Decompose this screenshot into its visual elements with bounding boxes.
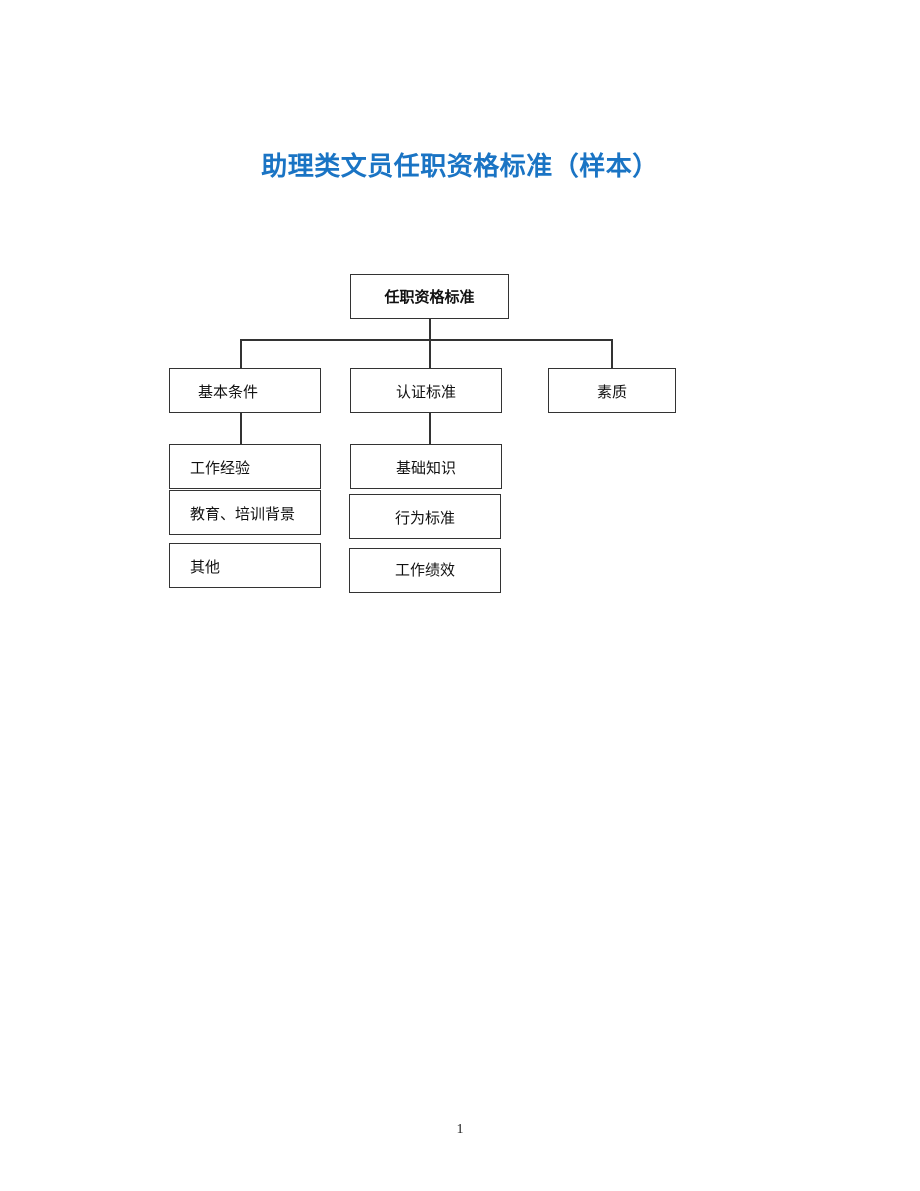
node-label: 其他 bbox=[190, 558, 221, 576]
node-label: 行为标准 bbox=[394, 509, 455, 527]
org-node-work-performance: 工作绩效 bbox=[349, 548, 501, 593]
node-label: 素质 bbox=[596, 383, 627, 401]
org-node-other: 其他 bbox=[169, 543, 321, 588]
node-label: 教育、培训背景 bbox=[190, 505, 296, 523]
org-node-qualities: 素质 bbox=[548, 368, 676, 413]
org-node-certification-standards: 认证标准 bbox=[350, 368, 502, 413]
connector-branch-2 bbox=[429, 339, 431, 369]
org-node-education-training: 教育、培训背景 bbox=[169, 490, 321, 535]
connector-horizontal bbox=[240, 339, 613, 341]
node-label: 认证标准 bbox=[395, 383, 456, 401]
org-node-basic-knowledge: 基础知识 bbox=[350, 444, 502, 489]
document-title: 助理类文员任职资格标准（样本） bbox=[261, 152, 659, 182]
org-node-root: 任职资格标准 bbox=[350, 274, 509, 319]
node-label: 工作绩效 bbox=[394, 561, 455, 579]
node-label: 基础知识 bbox=[395, 459, 456, 477]
connector-branch-3 bbox=[611, 339, 613, 369]
org-node-behavior-standards: 行为标准 bbox=[349, 494, 501, 539]
connector-root-down bbox=[429, 318, 431, 340]
page-number: 1 bbox=[456, 1122, 464, 1137]
org-node-basic-conditions: 基本条件 bbox=[169, 368, 321, 413]
connector-branch-2-down bbox=[429, 412, 431, 445]
node-label: 工作经验 bbox=[190, 459, 251, 477]
node-label: 任职资格标准 bbox=[384, 288, 475, 306]
connector-branch-1 bbox=[240, 339, 242, 369]
connector-branch-1-down bbox=[240, 412, 242, 445]
org-node-work-experience: 工作经验 bbox=[169, 444, 321, 489]
node-label: 基本条件 bbox=[198, 383, 259, 401]
